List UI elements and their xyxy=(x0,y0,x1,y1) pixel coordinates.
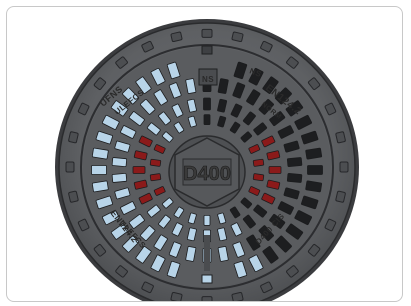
grille-slot xyxy=(286,157,303,168)
grille-slot xyxy=(268,166,282,174)
manhole-cover-image: D400 NS NS EN124.2 NORM UFNS ULEFCS EN12… xyxy=(55,19,359,301)
grille-slot xyxy=(252,173,265,182)
grille-slot xyxy=(111,157,128,168)
center-label: D400 xyxy=(183,163,231,185)
grille-slot xyxy=(132,166,146,174)
grille-slot xyxy=(307,165,323,175)
rim-notch xyxy=(68,131,79,144)
rim-notch xyxy=(335,190,346,203)
rim-notch xyxy=(68,190,79,203)
grille-slot xyxy=(149,173,162,182)
rim-notch xyxy=(339,161,349,173)
bottom-small-square xyxy=(201,274,213,284)
rim-notch xyxy=(231,31,244,43)
grille-slot xyxy=(91,180,109,193)
grille-slot xyxy=(305,147,323,160)
grille-slot xyxy=(252,158,265,167)
rim-notch xyxy=(170,31,183,43)
grille-slot xyxy=(149,158,162,167)
rim-notch xyxy=(231,291,244,301)
grille-slot xyxy=(305,180,323,193)
rim-notch xyxy=(335,131,346,144)
grille-slot xyxy=(91,147,109,160)
rim-notch xyxy=(201,28,213,38)
rim-notch xyxy=(65,161,75,173)
rim-notch xyxy=(201,296,213,301)
grille-slot xyxy=(111,172,128,183)
bottom-stem xyxy=(204,235,210,271)
grille-slot xyxy=(286,172,303,183)
product-image-frame: D400 NS NS EN124.2 NORM UFNS ULEFCS EN12… xyxy=(6,6,403,302)
rim-notch xyxy=(170,291,183,301)
grille-slot xyxy=(203,214,211,226)
grille-slot xyxy=(203,114,211,125)
top-small-square xyxy=(201,45,213,55)
grille-slot xyxy=(91,165,107,175)
grille-slot xyxy=(203,97,211,111)
top-center-logo: NS xyxy=(202,75,214,84)
